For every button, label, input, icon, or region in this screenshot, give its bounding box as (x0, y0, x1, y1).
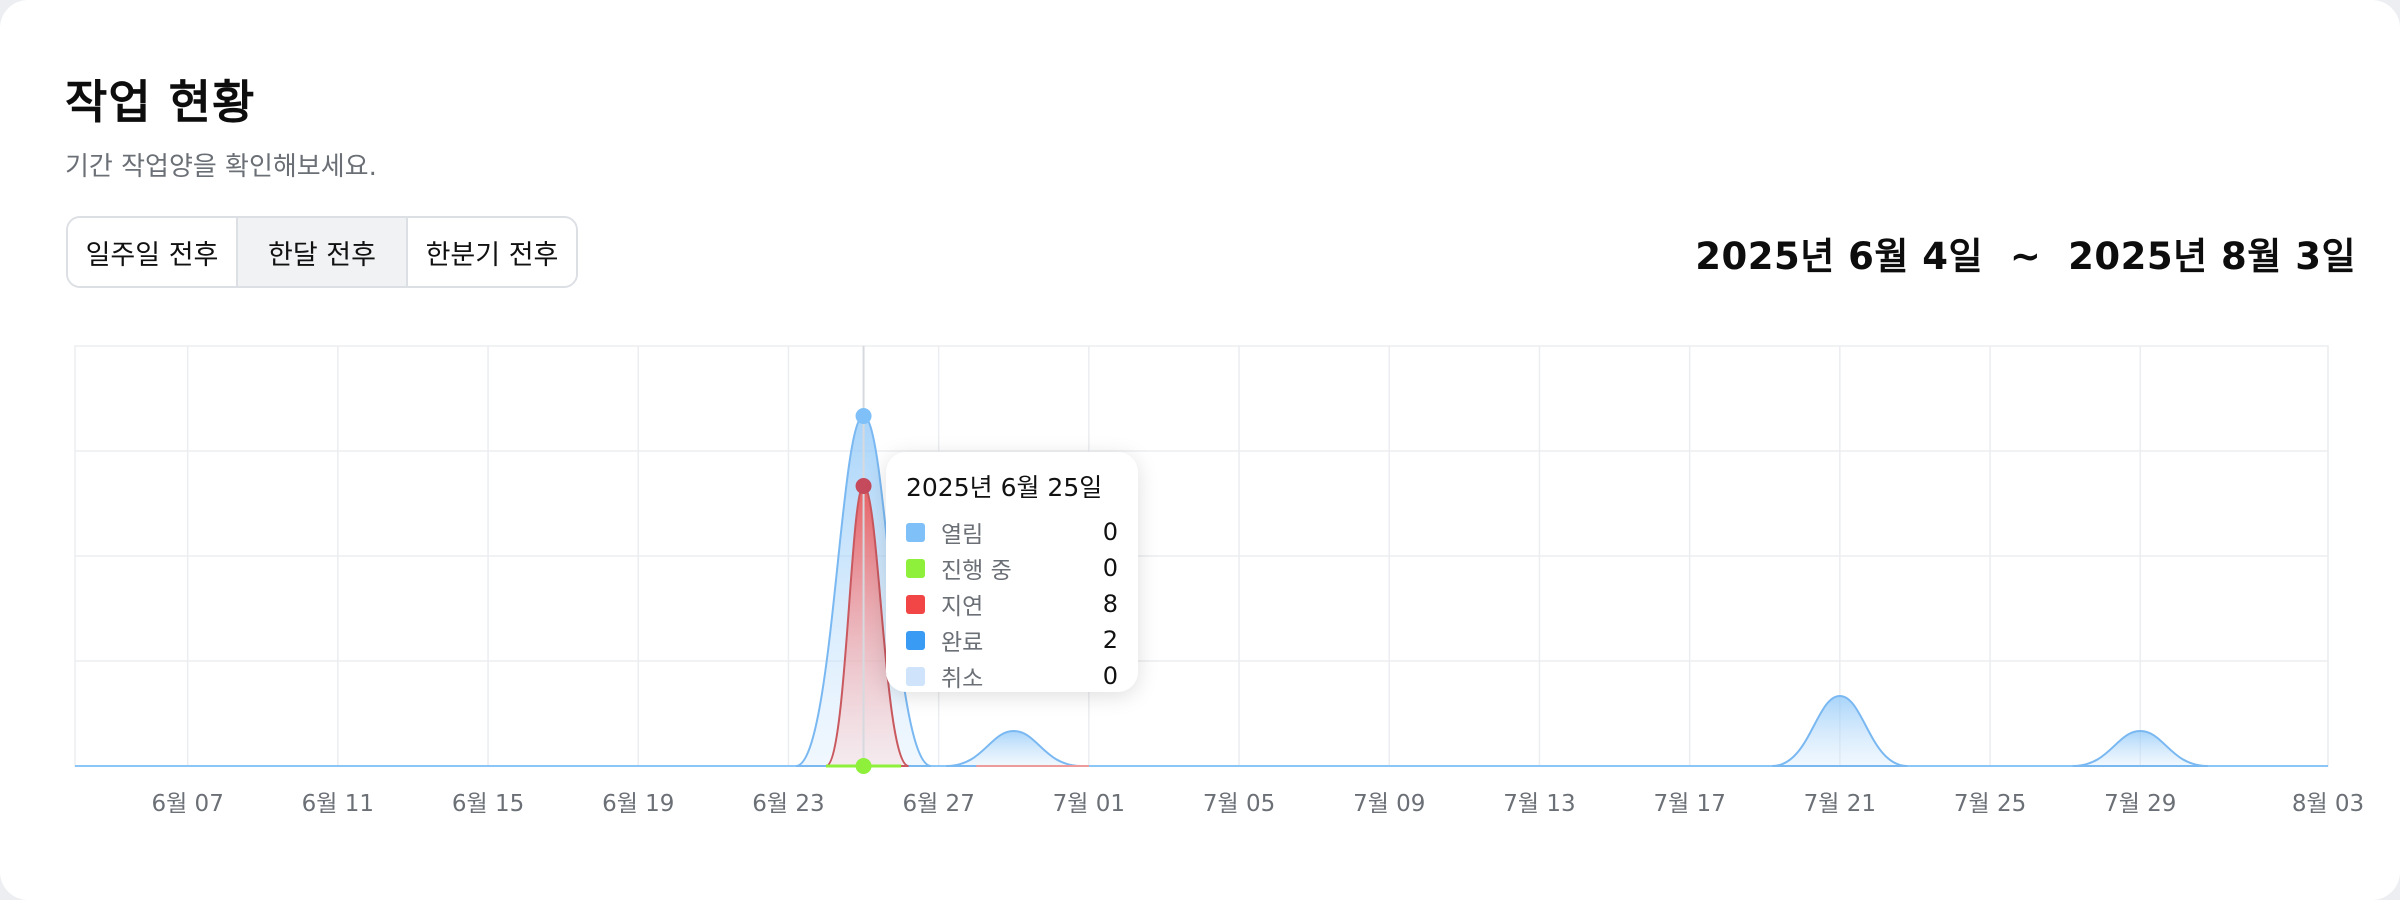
tooltip-value: 8 (1102, 590, 1118, 618)
tooltip-label: 완료 (941, 630, 984, 656)
tooltip-label: 열림 (941, 522, 984, 548)
chart-tooltip: 2025년 6월 25일 열림 0 진행 중 0 지연 8 완료 2 취소 0 (886, 452, 1138, 692)
x-tick-label: 6월 19 (602, 791, 674, 817)
tooltip-row: 취소 0 (906, 658, 1118, 694)
tooltip-title: 2025년 6월 25일 (906, 473, 1103, 502)
x-axis-ticks: 6월 07 6월 11 6월 15 6월 19 6월 23 6월 27 7월 01 7월 05… (151, 791, 2364, 817)
area-완료 (1772, 694, 1908, 767)
task-area-chart: 6월 07 6월 11 6월 15 6월 19 6월 23 6월 27 7월 01 7월 05… (74, 345, 2364, 817)
area-완료 (2072, 729, 2208, 767)
tooltip-row: 지연 8 (906, 586, 1118, 622)
tooltip-label: 진행 중 (941, 558, 1012, 584)
area-완료 (946, 729, 1082, 767)
tooltip-value: 0 (1102, 554, 1118, 582)
x-tick-label: 7월 05 (1203, 791, 1275, 817)
legend-swatch-cancelled (906, 666, 925, 686)
tooltip-value: 0 (1102, 518, 1118, 546)
x-tick-label: 7월 29 (2104, 791, 2176, 817)
legend-swatch-done (906, 630, 925, 650)
tooltip-row: 열림 0 (906, 514, 1118, 550)
legend-swatch-open (906, 522, 925, 542)
x-tick-label: 6월 23 (752, 791, 824, 817)
tooltip-row: 완료 2 (906, 622, 1118, 658)
x-tick-label: 6월 07 (151, 791, 223, 817)
tooltip-label: 지연 (941, 594, 984, 620)
hover-point-in-progress (855, 758, 872, 774)
x-tick-label: 7월 09 (1353, 791, 1425, 817)
x-tick-label: 6월 27 (902, 791, 974, 817)
hover-point-delayed (855, 478, 872, 494)
x-tick-label: 7월 25 (1954, 791, 2026, 817)
x-tick-label: 7월 13 (1503, 791, 1575, 817)
hover-point-done (855, 408, 872, 424)
legend-swatch-in-progress (906, 558, 925, 578)
x-tick-label: 6월 11 (302, 791, 374, 817)
tooltip-value: 2 (1102, 626, 1118, 654)
chart-grid (74, 345, 2329, 767)
x-tick-label: 6월 15 (452, 791, 524, 817)
x-tick-label: 7월 21 (1804, 791, 1876, 817)
tooltip-row: 진행 중 0 (906, 550, 1118, 586)
x-tick-label: 7월 01 (1053, 791, 1125, 817)
x-tick-label: 8월 03 (2292, 791, 2364, 817)
tooltip-label: 취소 (941, 666, 984, 692)
tooltip-value: 0 (1102, 662, 1118, 690)
x-tick-label: 7월 17 (1653, 791, 1725, 817)
legend-swatch-delayed (906, 594, 925, 614)
work-status-card: 작업 현황 기간 작업양을 확인해보세요. 일주일 전후 한달 전후 한분기 전… (0, 0, 2400, 900)
